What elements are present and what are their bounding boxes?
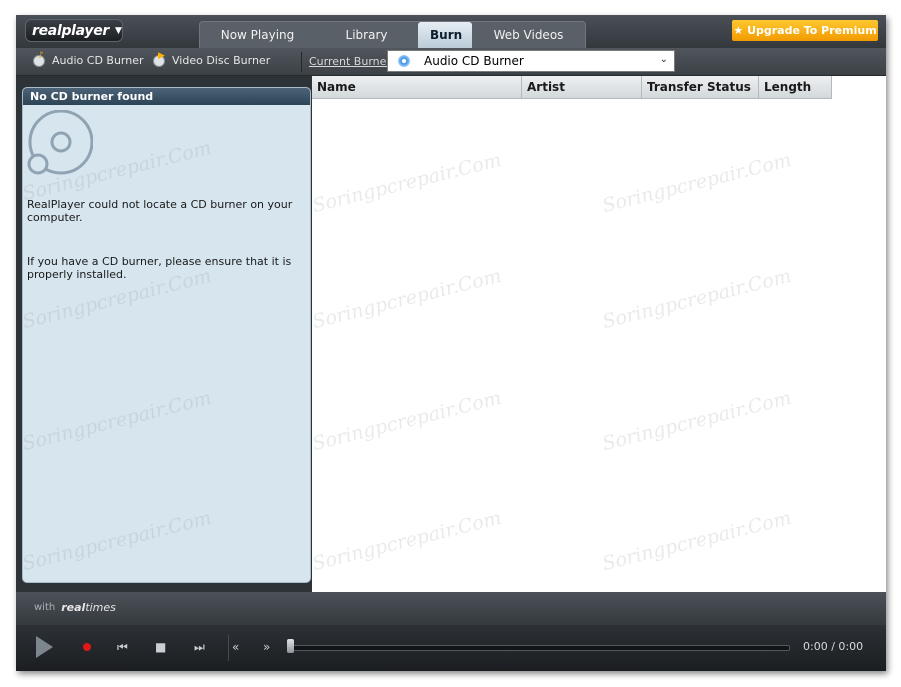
video-disc-icon: ▶ xyxy=(152,51,166,67)
chevron-down-icon: ⌄ xyxy=(659,54,668,65)
realplayer-window: realplayer ▼ Now Playing Library Burn We… xyxy=(16,15,886,671)
record-button[interactable] xyxy=(83,643,91,651)
realplayer-menu-button[interactable]: realplayer ▼ xyxy=(25,19,123,42)
tab-burn[interactable]: Burn xyxy=(418,22,472,49)
realtimes-badge: with realtimes xyxy=(34,601,116,614)
video-disc-burner-label: Video Disc Burner xyxy=(172,53,271,67)
rewind-button[interactable]: « xyxy=(232,640,239,654)
realtimes-bold: real xyxy=(61,601,86,614)
table-header: Name Artist Transfer Status Length xyxy=(312,76,832,99)
audio-cd-burner-label: Audio CD Burner xyxy=(52,53,144,67)
title-bar: realplayer ▼ Now Playing Library Burn We… xyxy=(16,15,886,49)
selected-burner-value: Audio CD Burner xyxy=(424,54,524,68)
realplayer-logo: realplayer xyxy=(32,22,110,39)
controls-divider xyxy=(228,635,229,661)
install-hint-message: If you have a CD burner, please ensure t… xyxy=(27,255,292,281)
tab-web-videos[interactable]: Web Videos xyxy=(472,22,585,49)
video-disc-burner-button[interactable]: ▶ Video Disc Burner xyxy=(152,51,271,67)
seek-handle[interactable] xyxy=(287,639,294,653)
current-burner-select[interactable]: Audio CD Burner ⌄ xyxy=(387,50,675,72)
realtimes-logo: realtimes xyxy=(61,601,116,614)
dropdown-arrow-icon: ▼ xyxy=(115,25,122,36)
status-bar: with realtimes xyxy=(16,592,886,625)
burner-info-panel: No CD burner found RealPlayer could not … xyxy=(22,87,311,583)
current-burner-label: Current Burner xyxy=(309,55,391,68)
no-burner-message: RealPlayer could not locate a CD burner … xyxy=(27,198,293,224)
cd-disc-icon xyxy=(27,110,93,175)
tab-library[interactable]: Library xyxy=(315,22,418,49)
burner-disc-icon xyxy=(398,55,410,67)
burn-list-table: Name Artist Transfer Status Length xyxy=(312,76,886,592)
upgrade-premium-button[interactable]: ★ Upgrade To Premium xyxy=(732,20,878,41)
main-tabs: Now Playing Library Burn Web Videos xyxy=(199,21,586,49)
column-header-length[interactable]: Length xyxy=(759,76,832,98)
column-header-transfer-status[interactable]: Transfer Status xyxy=(642,76,759,98)
audio-cd-burner-button[interactable]: ♪ Audio CD Burner xyxy=(32,51,144,67)
audio-disc-icon: ♪ xyxy=(32,51,46,67)
tab-now-playing[interactable]: Now Playing xyxy=(200,22,315,49)
toolbar-divider xyxy=(301,52,302,72)
player-controls: ⏮ ■ ⏭ « » 0:00 / 0:00 xyxy=(16,625,886,671)
stop-button[interactable]: ■ xyxy=(155,640,166,654)
panel-header: No CD burner found xyxy=(23,88,310,105)
realtimes-rest: times xyxy=(85,601,116,614)
star-icon: ★ xyxy=(733,24,744,37)
seek-bar[interactable] xyxy=(290,645,790,651)
previous-track-button[interactable]: ⏮ xyxy=(117,640,128,654)
with-label: with xyxy=(34,602,56,613)
fast-forward-button[interactable]: » xyxy=(263,640,270,654)
next-track-button[interactable]: ⏭ xyxy=(194,640,205,654)
upgrade-label: Upgrade To Premium xyxy=(747,24,877,37)
burn-toolbar: ♪ Audio CD Burner ▶ Video Disc Burner Cu… xyxy=(16,48,886,76)
time-display: 0:00 / 0:00 xyxy=(803,640,864,653)
play-button[interactable] xyxy=(36,636,53,658)
column-header-artist[interactable]: Artist xyxy=(522,76,642,98)
column-header-name[interactable]: Name xyxy=(312,76,522,98)
